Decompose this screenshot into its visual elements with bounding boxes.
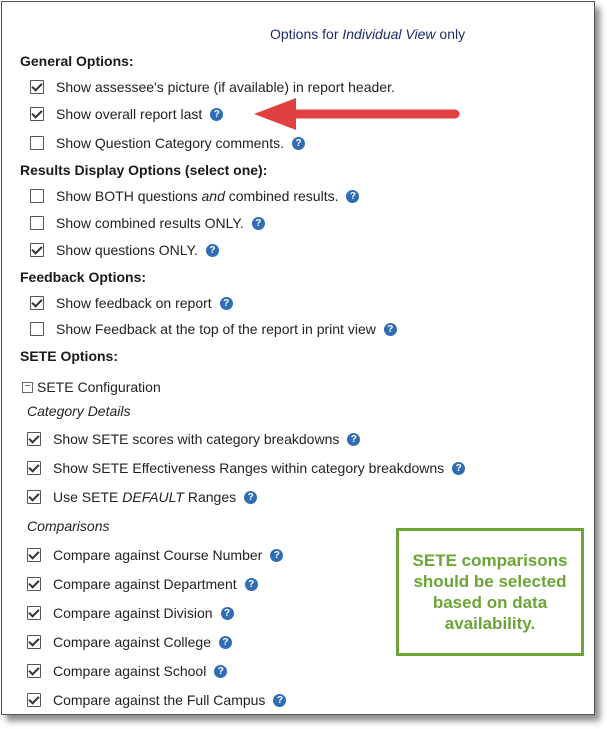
checkbox[interactable] [30, 189, 44, 203]
help-icon[interactable]: ? [292, 136, 305, 150]
checkbox[interactable] [27, 606, 41, 620]
sete-comparisons-callout: SETE comparisons should be selected base… [396, 528, 584, 656]
checkbox[interactable] [30, 107, 44, 121]
comparisons-heading: Comparisons [27, 518, 110, 534]
option-compare-college[interactable]: Compare against College ? [27, 634, 232, 650]
option-show-both[interactable]: Show BOTH questions and combined results… [30, 188, 360, 204]
option-sete-default-ranges[interactable]: Use SETE DEFAULT Ranges ? [27, 489, 258, 505]
help-icon[interactable]: ? [218, 635, 232, 649]
checkbox[interactable] [27, 693, 41, 707]
option-show-category-comments[interactable]: Show Question Category comments. ? [30, 135, 305, 151]
help-icon[interactable]: ? [210, 107, 224, 121]
option-compare-course-number[interactable]: Compare against Course Number ? [27, 547, 284, 563]
results-display-heading: Results Display Options (select one): [20, 162, 268, 178]
checkbox[interactable] [27, 461, 41, 475]
general-options-heading: General Options: [20, 53, 134, 69]
help-icon[interactable]: ? [244, 490, 258, 504]
checkbox[interactable] [30, 216, 44, 230]
sete-configuration-toggle[interactable]: − SETE Configuration [22, 379, 161, 395]
option-compare-division[interactable]: Compare against Division ? [27, 605, 234, 621]
checkbox[interactable] [27, 490, 41, 504]
checkbox[interactable] [30, 296, 44, 310]
checkbox[interactable] [27, 548, 41, 562]
checkbox[interactable] [27, 664, 41, 678]
option-show-overall-last[interactable]: Show overall report last ? [30, 106, 224, 122]
help-icon[interactable]: ? [251, 216, 265, 230]
option-sete-ranges[interactable]: Show SETE Effectiveness Ranges within ca… [27, 460, 466, 476]
option-show-picture[interactable]: Show assessee's picture (if available) i… [30, 79, 395, 95]
option-feedback-top-print[interactable]: Show Feedback at the top of the report i… [30, 321, 397, 337]
checkbox[interactable] [27, 635, 41, 649]
category-details-heading: Category Details [27, 403, 131, 419]
option-sete-scores[interactable]: Show SETE scores with category breakdown… [27, 431, 361, 447]
feedback-options-heading: Feedback Options: [20, 269, 147, 285]
help-icon[interactable]: ? [383, 322, 397, 336]
checkbox[interactable] [30, 322, 44, 336]
help-icon[interactable]: ? [270, 548, 284, 562]
option-show-feedback[interactable]: Show feedback on report ? [30, 295, 233, 311]
help-icon[interactable]: ? [244, 577, 258, 591]
help-icon[interactable]: ? [220, 606, 234, 620]
help-icon[interactable]: ? [219, 296, 233, 310]
collapse-icon[interactable]: − [22, 381, 33, 393]
option-compare-full-campus[interactable]: Compare against the Full Campus ? [27, 692, 287, 708]
checkbox[interactable] [30, 243, 44, 257]
sete-options-heading: SETE Options: [20, 348, 118, 364]
help-icon[interactable]: ? [273, 693, 287, 707]
help-icon[interactable]: ? [205, 243, 219, 257]
help-icon[interactable]: ? [452, 461, 466, 475]
checkbox[interactable] [30, 136, 44, 150]
option-compare-department[interactable]: Compare against Department ? [27, 576, 258, 592]
red-arrow-annotation [254, 98, 460, 130]
option-combined-only[interactable]: Show combined results ONLY. ? [30, 215, 265, 231]
help-icon[interactable]: ? [214, 664, 228, 678]
help-icon[interactable]: ? [346, 189, 360, 203]
checkbox[interactable] [27, 432, 41, 446]
checkbox[interactable] [27, 577, 41, 591]
options-header: Options for Individual View only [270, 26, 466, 42]
option-questions-only[interactable]: Show questions ONLY. ? [30, 242, 219, 258]
option-compare-school[interactable]: Compare against School ? [27, 663, 228, 679]
help-icon[interactable]: ? [347, 432, 361, 446]
checkbox[interactable] [30, 80, 44, 94]
